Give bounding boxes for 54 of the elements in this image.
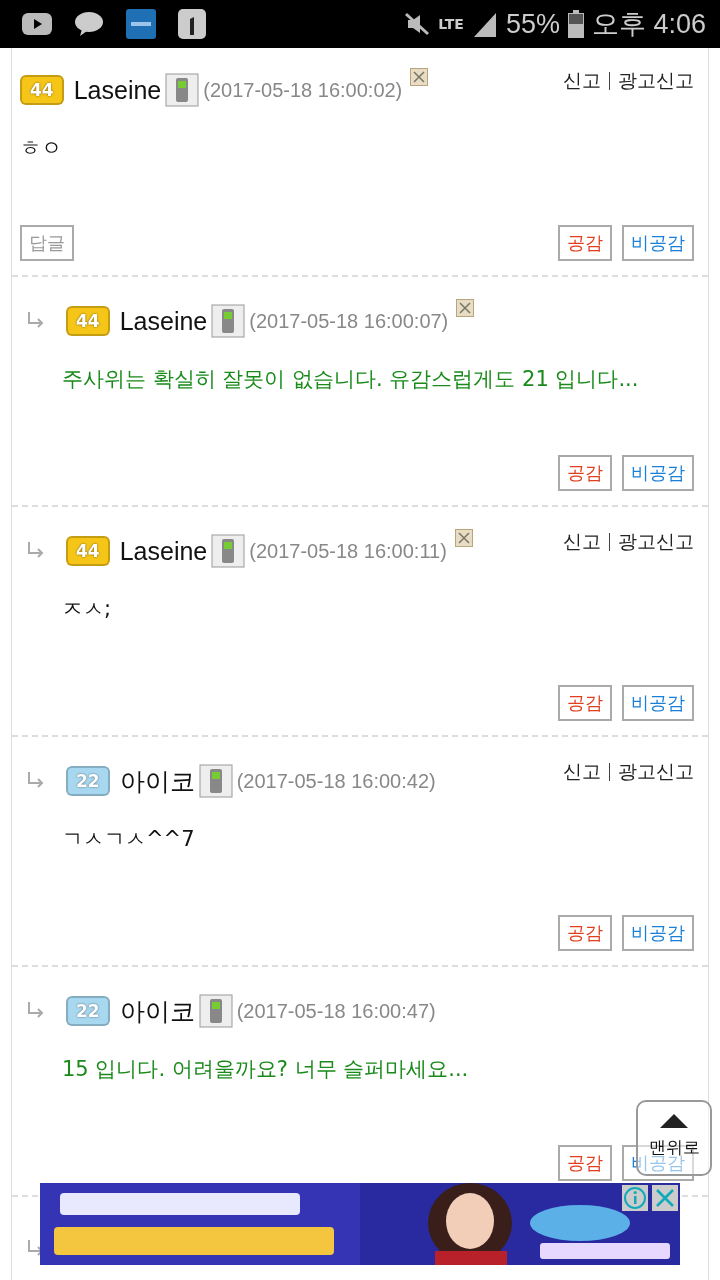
comment-date: (2017-05-18 16:00:47)	[236, 999, 436, 1023]
app-icon	[178, 9, 206, 39]
comment-date: (2017-05-18 16:00:11)	[249, 539, 447, 563]
username[interactable]: 아이코	[119, 764, 195, 798]
like-button[interactable]: 공감	[558, 915, 612, 951]
comment-text: ㅈㅅ;	[61, 596, 113, 623]
comment-date: (2017-05-18 16:00:07)	[249, 309, 449, 333]
comment-date: (2017-05-18 16:00:42)	[236, 769, 436, 793]
comment-text: 15 입니다. 어려울까요? 너무 슬퍼마세요...	[61, 1056, 470, 1083]
mute-icon	[404, 12, 431, 36]
level-badge: 44	[20, 75, 64, 105]
like-button[interactable]: 공감	[558, 455, 612, 491]
ad-report-link[interactable]: 광고신고	[618, 529, 694, 555]
comment-text: ㄱㅅㄱㅅ^^7	[61, 826, 196, 853]
level-badge: 44	[66, 536, 110, 566]
level-badge: 22	[66, 766, 110, 796]
delete-icon[interactable]	[410, 68, 429, 86]
username[interactable]: Laseine	[119, 306, 208, 336]
phone-icon	[211, 534, 246, 568]
report-link[interactable]: 신고	[563, 759, 601, 785]
username[interactable]: Laseine	[73, 75, 162, 105]
dislike-button[interactable]: 비공감	[622, 455, 694, 491]
dislike-button[interactable]: 비공감	[622, 685, 694, 721]
chat-bubble-icon	[74, 11, 104, 37]
ad-report-link[interactable]: 광고신고	[618, 68, 694, 94]
dislike-button[interactable]: 비공감	[622, 915, 694, 951]
dislike-button[interactable]: 비공감	[622, 225, 694, 261]
username[interactable]: 아이코	[119, 994, 195, 1028]
phone-icon	[211, 304, 246, 338]
phone-icon	[198, 994, 233, 1028]
network-label: LTE	[438, 16, 464, 32]
level-badge: 22	[66, 996, 110, 1026]
phone-icon	[165, 73, 200, 107]
up-triangle-icon	[660, 1114, 688, 1128]
delete-icon[interactable]	[454, 529, 473, 547]
comment-text: ㅎㅇ	[20, 135, 63, 162]
phone-icon	[198, 764, 233, 798]
ad-report-link[interactable]: 광고신고	[618, 759, 694, 785]
delete-icon[interactable]	[456, 299, 475, 317]
report-link[interactable]: 신고	[563, 68, 601, 94]
battery-percent: 55%	[505, 8, 560, 40]
like-button[interactable]: 공감	[558, 685, 612, 721]
comment-text: 주사위는 확실히 잘못이 없습니다. 유감스럽게도 21 입니다...	[61, 366, 640, 393]
level-badge: 44	[66, 306, 110, 336]
comment-date: (2017-05-18 16:00:02)	[203, 78, 403, 102]
like-button[interactable]: 공감	[558, 225, 612, 261]
play-icon	[22, 13, 52, 35]
app-icon	[126, 9, 156, 39]
username[interactable]: Laseine	[119, 536, 208, 566]
battery-icon	[567, 10, 584, 38]
like-button[interactable]: 공감	[558, 1145, 612, 1181]
signal-icon	[471, 11, 498, 37]
clock: 오후 4:06	[591, 8, 706, 41]
report-link[interactable]: 신고	[563, 529, 601, 555]
